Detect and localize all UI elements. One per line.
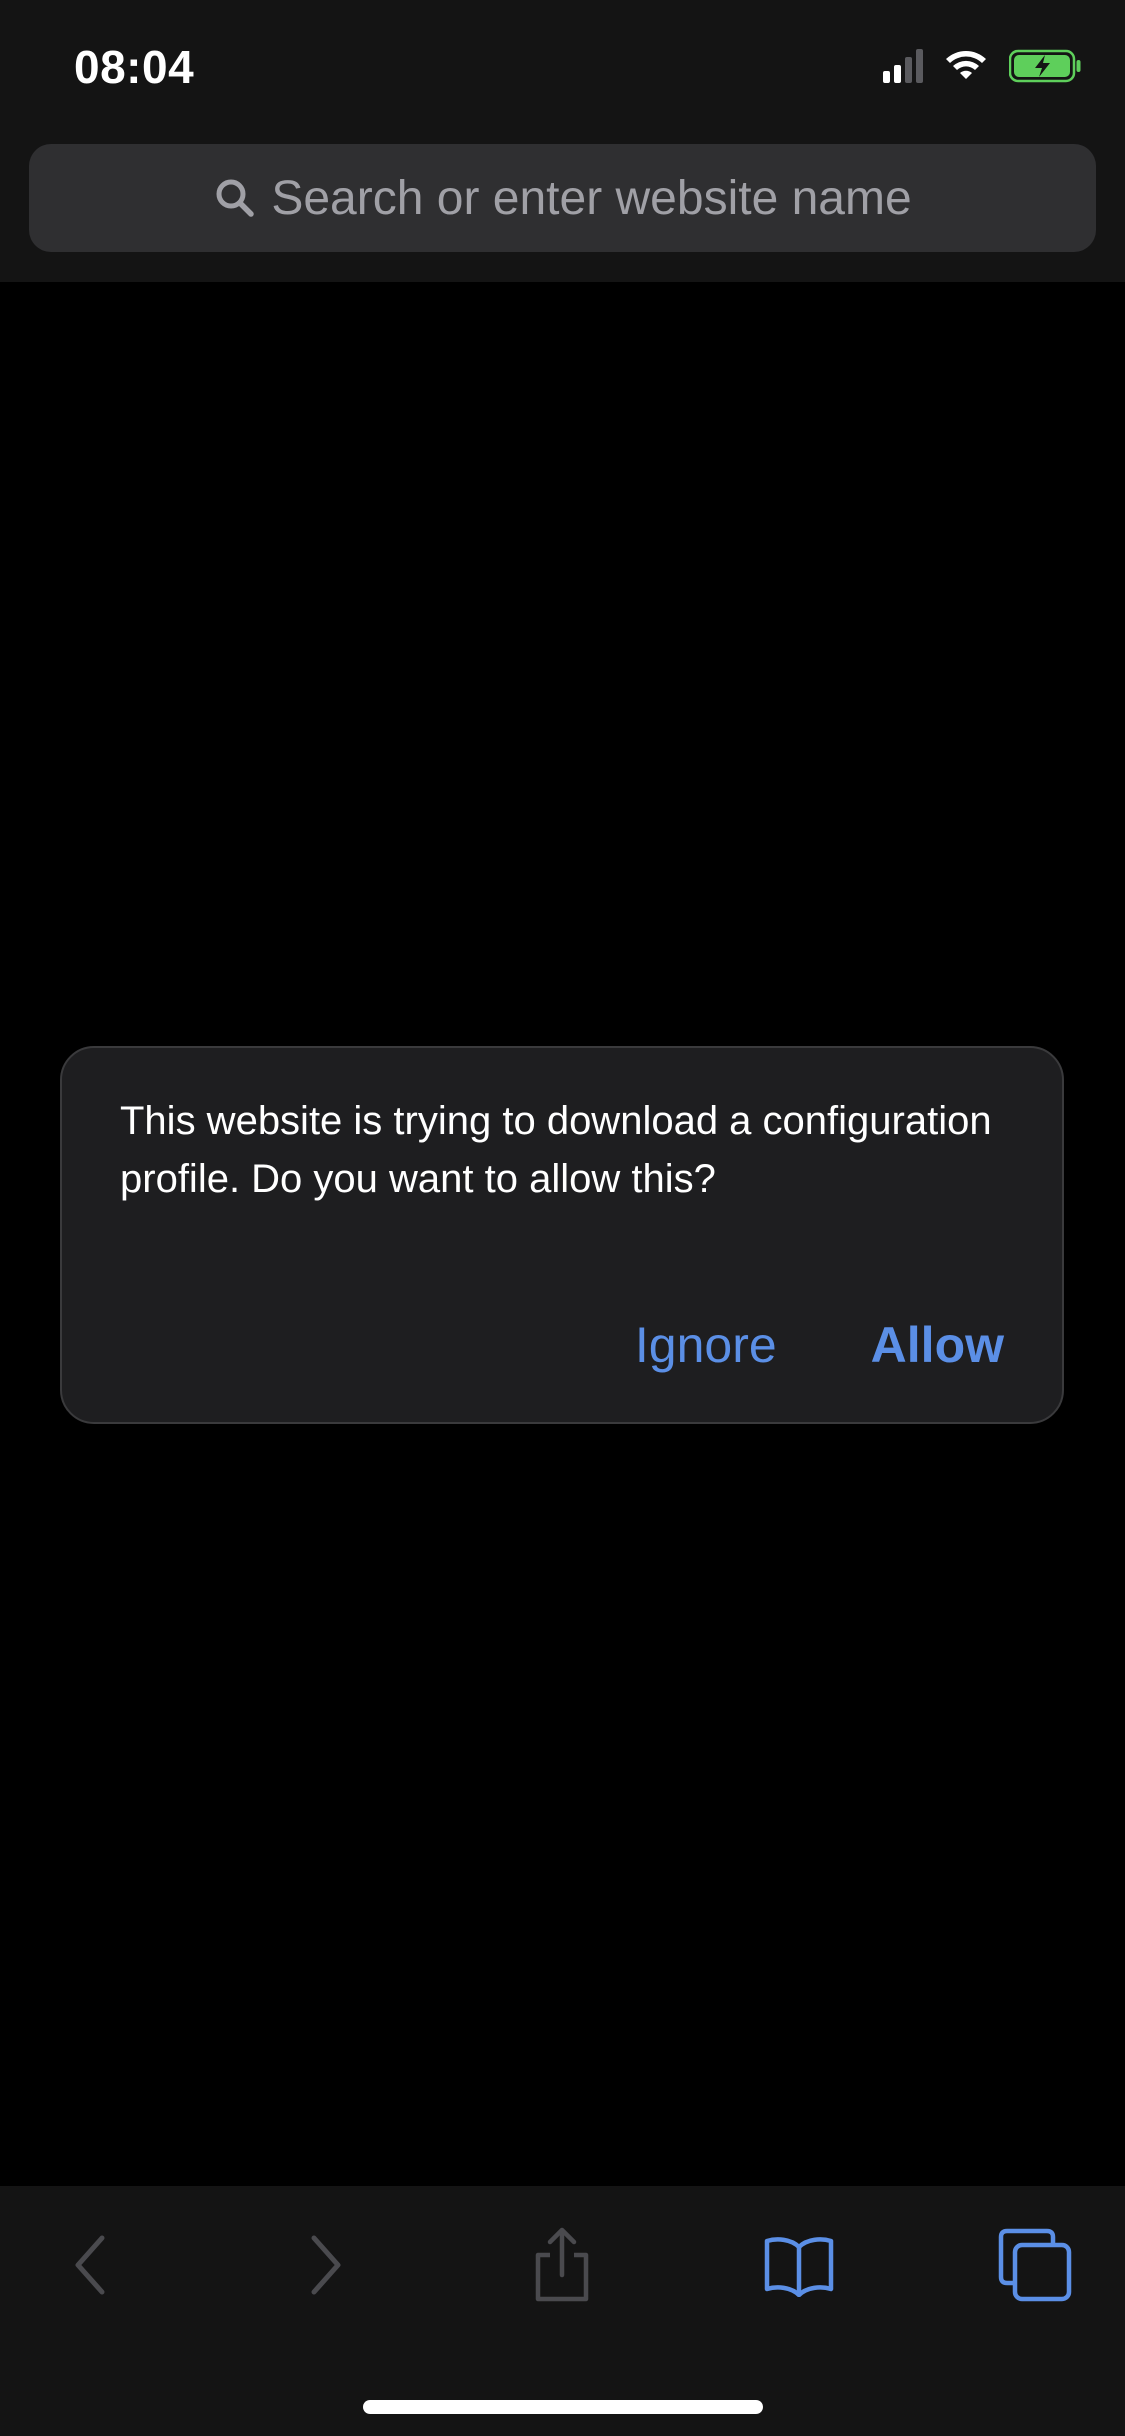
tabs-icon — [997, 2227, 1073, 2308]
dialog-message: This website is trying to download a con… — [120, 1099, 992, 1201]
bottom-toolbar — [0, 2186, 1125, 2436]
address-bar-placeholder: Search or enter website name — [271, 171, 912, 225]
forward-button[interactable] — [280, 2222, 370, 2312]
status-bar: 08:04 — [0, 0, 1125, 140]
status-time: 08:04 — [74, 41, 195, 93]
share-icon — [530, 2225, 594, 2310]
top-bar: 08:04 Search or enter website name — [0, 0, 1125, 282]
wifi-icon — [943, 49, 989, 88]
cellular-signal-icon — [883, 48, 923, 88]
toolbar — [0, 2222, 1125, 2312]
forward-chevron-icon — [300, 2230, 350, 2305]
status-icons — [883, 48, 1083, 88]
back-chevron-icon — [66, 2230, 116, 2305]
bookmarks-button[interactable] — [754, 2222, 844, 2312]
ignore-button[interactable]: Ignore — [635, 1316, 777, 1374]
back-button[interactable] — [46, 2222, 136, 2312]
download-profile-dialog: This website is trying to download a con… — [60, 1046, 1064, 1424]
share-button[interactable] — [517, 2222, 607, 2312]
bookmarks-icon — [763, 2233, 835, 2302]
allow-button[interactable]: Allow — [871, 1316, 1004, 1374]
dialog-actions: Ignore Allow — [635, 1316, 1004, 1374]
battery-charging-icon — [1008, 49, 1083, 88]
tabs-button[interactable] — [990, 2222, 1080, 2312]
address-bar[interactable]: Search or enter website name — [29, 144, 1096, 252]
search-icon — [213, 176, 257, 220]
home-indicator — [363, 2400, 763, 2414]
